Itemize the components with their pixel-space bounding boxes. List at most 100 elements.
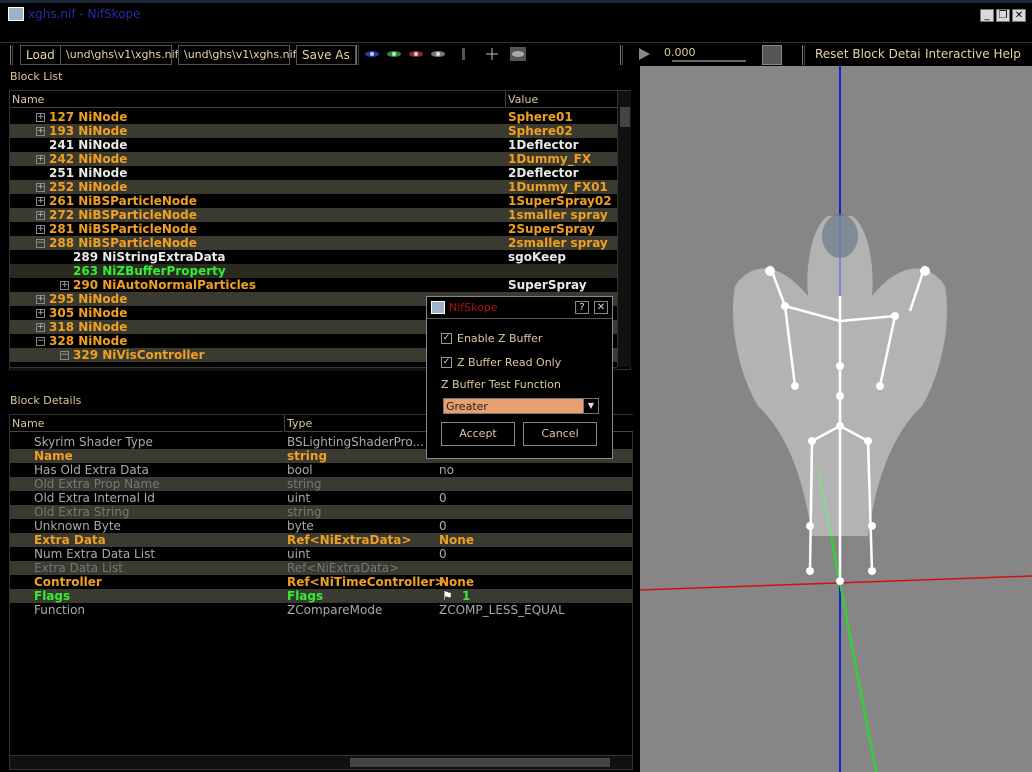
- block-details-row[interactable]: Has Old Extra Data bool no: [10, 463, 632, 477]
- walk-icon[interactable]: [456, 47, 472, 61]
- block-details-row-value: 1: [462, 589, 471, 603]
- block-details-row[interactable]: Old Extra Prop Name string: [10, 477, 632, 491]
- z-buffer-read-only-label: Z Buffer Read Only: [457, 356, 562, 369]
- expand-icon[interactable]: +: [36, 127, 45, 136]
- block-details-row[interactable]: Old Extra String string: [10, 505, 632, 519]
- toolbar-grip[interactable]: [10, 45, 13, 65]
- block-list-row-value: 1SuperSpray02: [508, 194, 612, 208]
- app-icon: [8, 7, 24, 21]
- block-details-row[interactable]: Old Extra Internal Id uint 0: [10, 491, 632, 505]
- dialog-close-button[interactable]: ✕: [594, 301, 608, 314]
- save-path-field[interactable]: \und\ghs\v1\xghs.nif: [178, 45, 297, 65]
- block-list-row-name: 263 NiZBufferProperty: [73, 264, 226, 278]
- view-grey-eye-icon[interactable]: [430, 47, 446, 61]
- minimize-button[interactable]: _: [980, 9, 994, 22]
- block-list-row-value: Sphere02: [508, 124, 573, 138]
- time-slider[interactable]: [672, 60, 746, 62]
- block-list-row[interactable]: 263 NiZBufferProperty: [10, 264, 617, 278]
- block-list-row[interactable]: 289 NiStringExtraData sgoKeep: [10, 250, 617, 264]
- block-list-row[interactable]: 241 NiNode 1Deflector: [10, 138, 617, 152]
- block-list-row[interactable]: −288 NiBSParticleNode 2smaller spray: [10, 236, 617, 250]
- maximize-button[interactable]: ❐: [996, 9, 1010, 22]
- play-icon[interactable]: [636, 47, 652, 61]
- block-details-row[interactable]: Controller Ref<NiTimeController> None: [10, 575, 632, 589]
- block-details-row[interactable]: Flags Flags ⚑ 1: [10, 589, 632, 603]
- block-list-row-value: sgoKeep: [508, 250, 566, 264]
- block-details-row-value: ZCOMP_LESS_EQUAL: [439, 603, 565, 617]
- dialog-titlebar[interactable]: NifSkope ? ✕: [427, 297, 612, 319]
- block-details-row[interactable]: Extra Data Ref<NiExtraData> None: [10, 533, 632, 547]
- block-list-row[interactable]: +127 NiNode Sphere01: [10, 110, 617, 124]
- block-details-name-header[interactable]: Name: [10, 415, 283, 432]
- camera-icon[interactable]: [510, 47, 526, 61]
- interactive-help-button[interactable]: Interactive Help: [920, 45, 1026, 65]
- save-as-button[interactable]: Save As: [296, 45, 356, 65]
- block-details-table[interactable]: Name Type Skyrim Shader Type BSLightingSh…: [9, 414, 633, 770]
- expand-icon[interactable]: +: [36, 211, 45, 220]
- block-list-row[interactable]: +193 NiNode Sphere02: [10, 124, 617, 138]
- block-details-row-value: no: [439, 463, 454, 477]
- block-details-row[interactable]: Unknown Byte byte 0: [10, 519, 632, 533]
- axis-icon[interactable]: [484, 47, 500, 61]
- toolbar-grip[interactable]: [356, 45, 359, 65]
- block-list-row[interactable]: +261 NiBSParticleNode 1SuperSpray02: [10, 194, 617, 208]
- accept-button[interactable]: Accept: [441, 422, 515, 446]
- expand-icon[interactable]: +: [36, 183, 45, 192]
- loop-toggle[interactable]: [762, 45, 782, 65]
- reset-block-details-button[interactable]: Reset Block Details: [810, 45, 936, 65]
- block-details-row[interactable]: Function ZCompareMode ZCOMP_LESS_EQUAL: [10, 603, 632, 617]
- view-green-eye-icon[interactable]: [386, 47, 402, 61]
- collapse-icon[interactable]: −: [36, 239, 45, 248]
- view-blue-eye-icon[interactable]: [364, 47, 380, 61]
- block-list-row[interactable]: +252 NiNode 1Dummy_FX01: [10, 180, 617, 194]
- block-list-vscroll[interactable]: [617, 91, 631, 367]
- title-bar: xghs.nif - NifSkope _ ❐ ✕: [0, 0, 1032, 24]
- block-details-row-type: Ref<NiTimeController>: [287, 575, 445, 589]
- block-details-row-type: string: [287, 477, 322, 491]
- block-details-type-header[interactable]: Type: [284, 415, 434, 432]
- enable-z-buffer-checkbox[interactable]: ✓: [441, 333, 452, 344]
- toolbar-grip[interactable]: [802, 45, 805, 65]
- expand-icon[interactable]: +: [36, 295, 45, 304]
- block-list-name-header[interactable]: Name: [10, 91, 504, 108]
- collapse-icon[interactable]: −: [60, 351, 69, 360]
- render-viewport[interactable]: [639, 66, 1032, 772]
- flag-icon[interactable]: ⚑: [442, 589, 453, 603]
- block-details-row-value: 0: [439, 519, 447, 533]
- test-function-select[interactable]: Greater ▼: [443, 398, 599, 414]
- block-details-row-type: bool: [287, 463, 313, 477]
- block-list-row-name: 127 NiNode: [49, 110, 128, 124]
- block-details-hscroll[interactable]: [10, 755, 632, 769]
- block-list-row[interactable]: +281 NiBSParticleNode 2SuperSpray: [10, 222, 617, 236]
- expand-icon[interactable]: +: [36, 197, 45, 206]
- block-list-row[interactable]: +242 NiNode 1Dummy_FX: [10, 152, 617, 166]
- expand-icon[interactable]: +: [60, 281, 69, 290]
- dialog-help-button[interactable]: ?: [575, 301, 589, 314]
- block-list-row-value: 1Deflector: [508, 138, 579, 152]
- block-list-row[interactable]: 251 NiNode 2Deflector: [10, 166, 617, 180]
- load-button[interactable]: Load: [20, 45, 61, 65]
- close-button[interactable]: ✕: [1012, 9, 1026, 22]
- block-details-row[interactable]: Extra Data List Ref<NiExtraData>: [10, 561, 632, 575]
- block-list-row-name: 290 NiAutoNormalParticles: [73, 278, 256, 292]
- block-list-value-header[interactable]: Value: [505, 91, 617, 108]
- expand-icon[interactable]: +: [36, 323, 45, 332]
- collapse-icon[interactable]: −: [36, 337, 45, 346]
- toolbar: Load \und\ghs\v1\xghs.nif \und\ghs\v1\xg…: [0, 42, 1032, 66]
- block-details-row[interactable]: Num Extra Data List uint 0: [10, 547, 632, 561]
- block-details-row-type: string: [287, 505, 322, 519]
- block-list-row-name: 272 NiBSParticleNode: [49, 208, 197, 222]
- z-buffer-read-only-checkbox[interactable]: ✓: [441, 357, 452, 368]
- load-path-field[interactable]: \und\ghs\v1\xghs.nif: [60, 45, 179, 65]
- block-details-row-name: Extra Data List: [34, 561, 123, 575]
- toolbar-grip[interactable]: [620, 45, 623, 65]
- cancel-button[interactable]: Cancel: [523, 422, 597, 446]
- expand-icon[interactable]: +: [36, 155, 45, 164]
- expand-icon[interactable]: +: [36, 113, 45, 122]
- block-list-row-value: 2smaller spray: [508, 236, 608, 250]
- block-list-row[interactable]: +272 NiBSParticleNode 1smaller spray: [10, 208, 617, 222]
- expand-icon[interactable]: +: [36, 225, 45, 234]
- block-list-row[interactable]: +290 NiAutoNormalParticles SuperSpray: [10, 278, 617, 292]
- view-red-eye-icon[interactable]: [408, 47, 424, 61]
- expand-icon[interactable]: +: [36, 309, 45, 318]
